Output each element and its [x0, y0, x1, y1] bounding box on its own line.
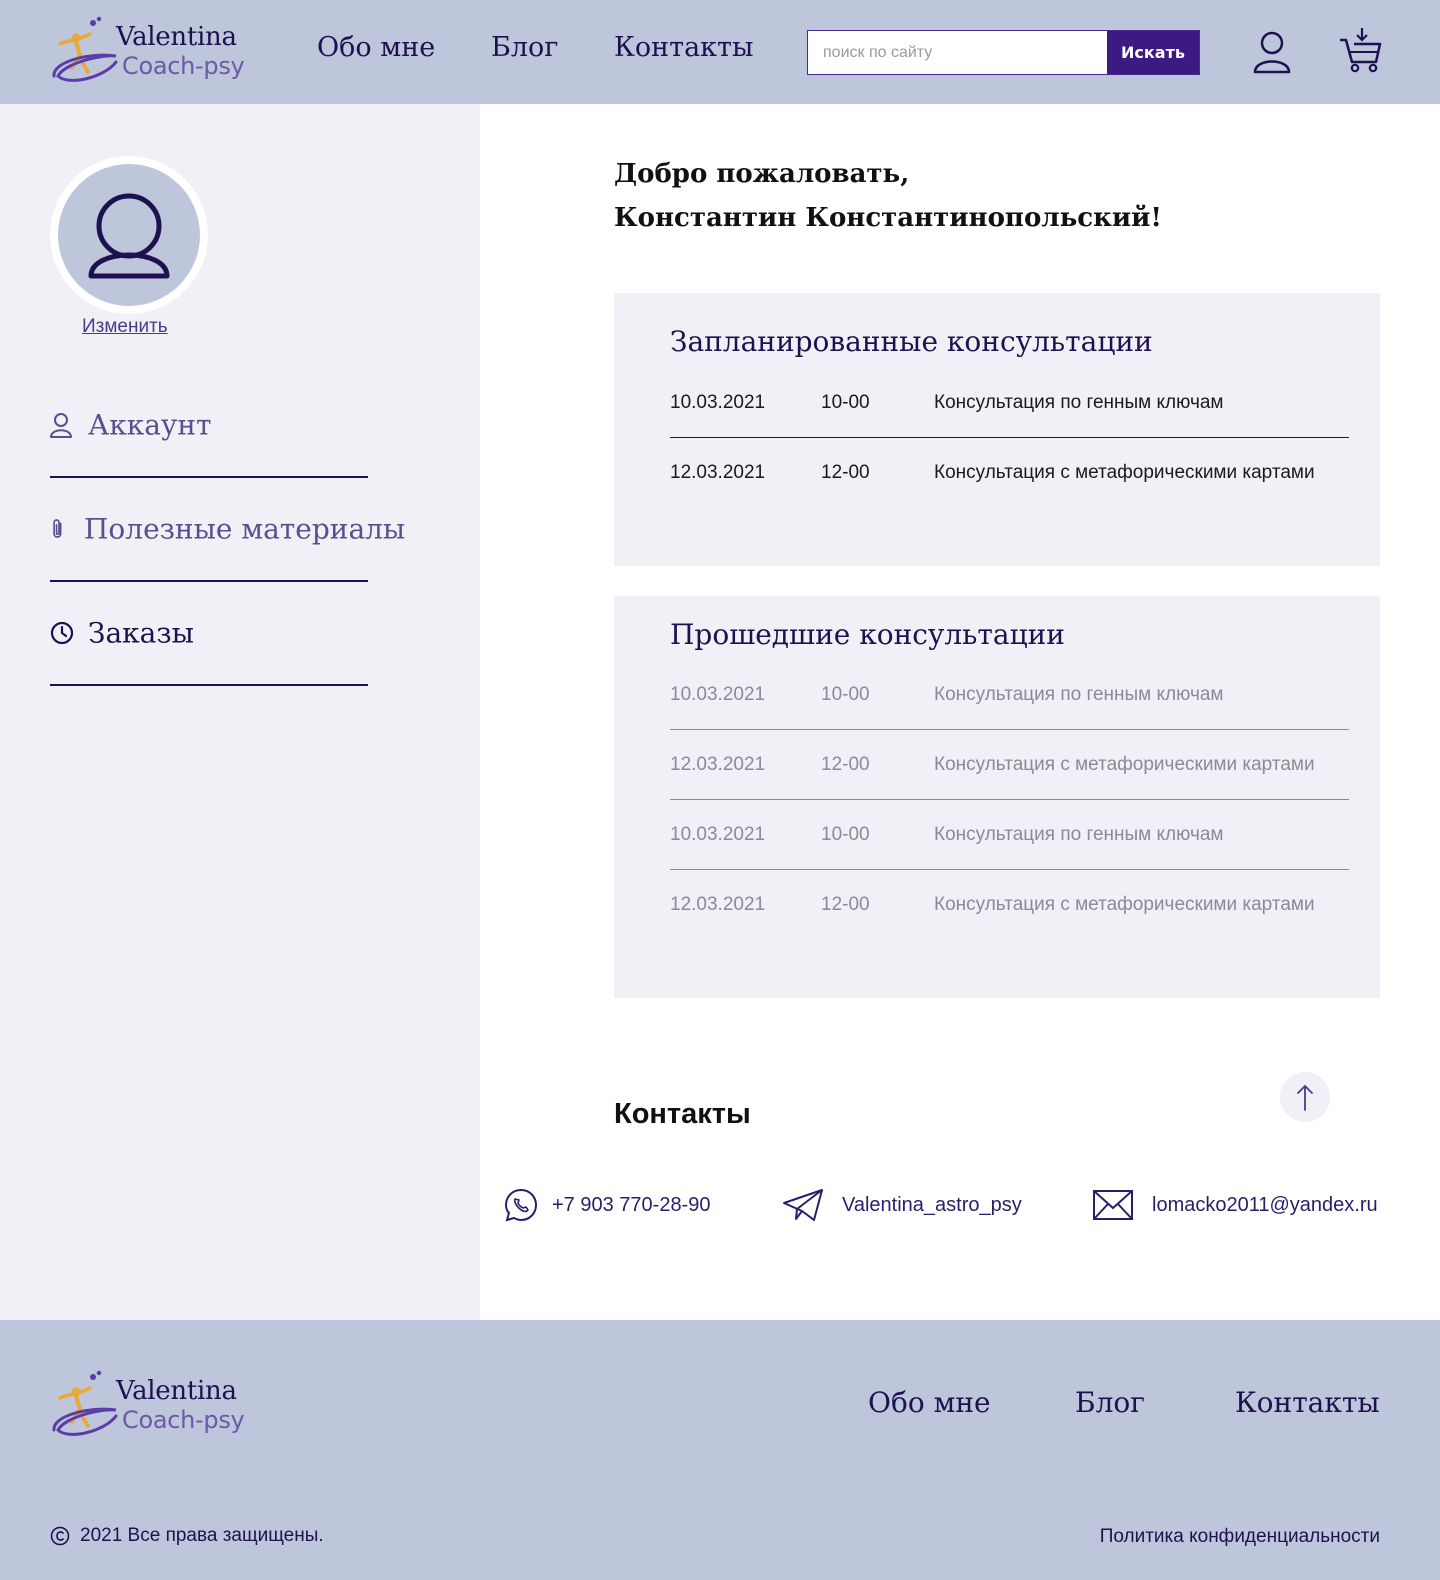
arrow-up-icon	[1297, 1084, 1313, 1111]
table-row[interactable]: 12.03.2021 12-00 Консультация с метафори…	[670, 438, 1349, 508]
contacts-heading: Контакты	[614, 1098, 751, 1130]
change-avatar-link[interactable]: Изменить	[82, 316, 168, 338]
logo-mark-icon	[52, 1370, 118, 1436]
planned-title: Запланированные консультации	[670, 325, 1153, 358]
table-row[interactable]: 10.03.2021 10-00 Консультация по генным …	[670, 368, 1349, 438]
nav-blog[interactable]: Блог	[491, 32, 558, 63]
contact-phone-text: +7 903 770-28-90	[552, 1193, 711, 1216]
row-date: 12.03.2021	[670, 753, 766, 775]
sidebar-item-orders[interactable]: Заказы	[50, 582, 368, 686]
cart-button[interactable]	[1338, 26, 1382, 74]
whatsapp-icon	[504, 1188, 538, 1222]
avatar	[50, 156, 208, 314]
avatar-user-icon	[88, 193, 170, 279]
mail-icon	[1093, 1190, 1133, 1220]
privacy-policy-link[interactable]: Политика конфиденциальности	[1100, 1526, 1380, 1548]
row-time: 12-00	[821, 753, 870, 775]
user-icon	[50, 413, 72, 438]
logo-subtitle: Coach-psy	[122, 1406, 245, 1434]
welcome-heading: Добро пожаловать, Константин Константино…	[614, 152, 1162, 240]
row-date: 10.03.2021	[670, 391, 766, 413]
site-header: Valentina Coach-psy Обо мне Блог Контакт…	[0, 0, 1440, 104]
contact-email[interactable]: lomacko2011@yandex.ru	[1092, 1186, 1378, 1224]
contact-email-text: lomacko2011@yandex.ru	[1152, 1193, 1378, 1216]
copyright: 2021 Все права защищены.	[50, 1525, 324, 1547]
account-button[interactable]	[1252, 30, 1292, 74]
table-row[interactable]: 12.03.2021 12-00 Консультация с метафори…	[670, 870, 1349, 940]
row-title: Консультация по генным ключам	[934, 823, 1224, 845]
row-time: 12-00	[821, 894, 870, 915]
scroll-to-top-button[interactable]	[1280, 1072, 1330, 1122]
user-icon	[1253, 31, 1291, 74]
table-row[interactable]: 10.03.2021 10-00 Консультация по генным …	[670, 660, 1349, 730]
nav-about[interactable]: Обо мне	[317, 32, 435, 63]
paperclip-icon	[53, 519, 62, 538]
logo[interactable]: Valentina Coach-psy	[50, 14, 250, 90]
table-row[interactable]: 12.03.2021 12-00 Консультация с метафори…	[670, 730, 1349, 800]
contact-telegram-text: Valentina_astro_psy	[842, 1193, 1022, 1216]
sidebar-item-label: Полезные материалы	[84, 512, 406, 546]
footer-nav-blog[interactable]: Блог	[1075, 1386, 1145, 1419]
logo-title: Valentina	[116, 22, 237, 52]
row-time: 10-00	[821, 683, 870, 705]
search-input[interactable]	[808, 31, 1107, 74]
row-time: 10-00	[821, 391, 870, 413]
sidebar-item-label: Заказы	[88, 616, 194, 650]
row-date: 10.03.2021	[670, 683, 766, 705]
logo-mark-icon	[52, 16, 118, 82]
contact-telegram[interactable]: Valentina_astro_psy	[782, 1186, 1022, 1224]
search-button[interactable]: Искать	[1107, 31, 1199, 74]
row-time: 10-00	[821, 823, 870, 845]
logo-subtitle: Coach-psy	[122, 52, 245, 80]
sidebar-item-account[interactable]: Аккаунт	[50, 374, 368, 478]
footer-nav-contacts[interactable]: Контакты	[1235, 1386, 1380, 1419]
sidebar-item-materials[interactable]: Полезные материалы	[50, 478, 405, 582]
nav-contacts[interactable]: Контакты	[614, 32, 753, 63]
footer-logo[interactable]: Valentina Coach-psy	[50, 1368, 250, 1444]
row-title: Консультация по генным ключам	[934, 391, 1224, 413]
row-date: 12.03.2021	[670, 462, 766, 483]
footer-nav-about[interactable]: Обо мне	[868, 1386, 991, 1419]
cart-icon	[1340, 28, 1382, 73]
logo-title: Valentina	[116, 1376, 237, 1406]
profile-sidebar: Изменить Аккаунт Полезные материалы Зака…	[0, 104, 480, 1330]
planned-consultations-card: Запланированные консультации 10.03.2021 …	[614, 293, 1380, 566]
telegram-icon	[783, 1189, 823, 1221]
table-row[interactable]: 10.03.2021 10-00 Консультация по генным …	[670, 800, 1349, 870]
welcome-line-1: Добро пожаловать,	[614, 159, 910, 189]
row-title: Консультация с метафорическими картами	[934, 462, 1315, 483]
row-title: Консультация по генным ключам	[934, 683, 1224, 705]
search-bar: Искать	[807, 30, 1200, 75]
welcome-user-name: Константин Константинопольский!	[614, 203, 1162, 233]
past-title: Прошедшие консультации	[670, 618, 1065, 651]
row-date: 10.03.2021	[670, 823, 766, 845]
row-title: Консультация с метафорическими картами	[934, 753, 1315, 775]
clock-icon	[50, 621, 74, 645]
row-title: Консультация с метафорическими картами	[934, 894, 1315, 915]
copyright-icon	[50, 1526, 70, 1546]
row-date: 12.03.2021	[670, 894, 766, 915]
past-consultations-card: Прошедшие консультации 10.03.2021 10-00 …	[614, 596, 1380, 998]
row-time: 12-00	[821, 462, 870, 483]
sidebar-item-label: Аккаунт	[88, 408, 212, 442]
copyright-text: 2021 Все права защищены.	[80, 1525, 324, 1546]
contact-phone[interactable]: +7 903 770-28-90	[502, 1186, 710, 1224]
